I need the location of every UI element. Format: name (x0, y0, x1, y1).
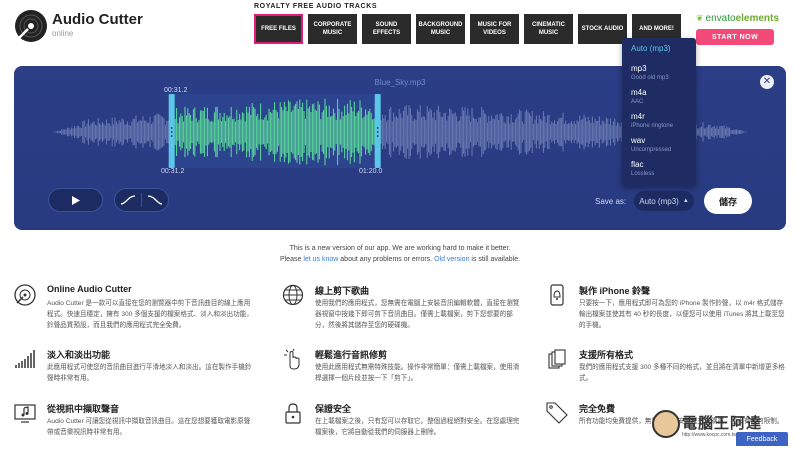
vinyl-icon (14, 284, 36, 306)
free-tag-icon (546, 402, 568, 424)
mascot-face-icon (652, 410, 680, 438)
ad-tile[interactable]: SOUND EFFECTS (362, 14, 411, 44)
caret-up-icon: ▲ (682, 198, 689, 204)
format-option-desc: Uncompressed (631, 147, 672, 153)
format-option-desc: AAC (631, 99, 644, 105)
vinyl-logo-icon[interactable] (14, 9, 48, 43)
version-notice: This is a new version of our app. We are… (0, 243, 800, 265)
selection-start-time-bottom: 00:31.2 (161, 168, 185, 175)
ad-tile[interactable]: CINEMATIC MUSIC (524, 14, 573, 44)
format-option-m4r[interactable]: m4r iPhone ringtone (622, 110, 696, 134)
ad-heading: ROYALTY FREE AUDIO TRACKS (254, 3, 378, 10)
selection-end-handle[interactable] (374, 94, 381, 168)
feedback-button[interactable]: Feedback (736, 432, 788, 446)
files-icon (548, 349, 566, 369)
feature-desc: 在上載檔案之後，只有您可以存取它。整個過程絕對安全。在您處理完檔案後，它將自動從… (315, 418, 520, 436)
feature-title: 製作 iPhone 鈴聲 (579, 286, 651, 296)
format-option-wav[interactable]: wav Uncompressed (622, 134, 696, 158)
format-dropdown: Auto (mp3) mp3 Good old mp3 m4a AAC m4r … (622, 38, 696, 186)
feature-title: 從視訊中擷取聲音 (47, 404, 120, 414)
notice-line-1: This is a new version of our app. We are… (289, 245, 511, 252)
feature-desc: 我們的應用程式支援 300 多種不同的格式，並且將在清單中新增更多格式。 (579, 364, 785, 382)
ad-tile[interactable]: STOCK AUDIO (578, 14, 627, 44)
feature-desc: Audio Cutter 是一款可以直接在您的瀏覽器中剪下音訊曲目的線上應用程式… (47, 300, 253, 329)
notice-text: is still available. (469, 256, 521, 263)
format-option-desc: iPhone ringtone (631, 123, 674, 129)
feature-desc: 此應用程式可使您的音訊曲目進行平滑地淡入和淡出。這在製作手機鈴聲時非常有用。 (47, 364, 252, 382)
selection-start-handle[interactable] (168, 94, 175, 168)
format-select[interactable]: Auto (mp3) ▲ (634, 191, 694, 211)
format-option-flac[interactable]: flac Lossless (622, 158, 696, 182)
close-file-button[interactable]: ✕ (760, 75, 774, 89)
video-music-icon (14, 404, 36, 423)
ad-tile[interactable]: CORPORATE MUSIC (308, 14, 357, 44)
watermark-url: http://www.kocpc.com.tw (682, 432, 737, 438)
format-option-mp3[interactable]: mp3 Good old mp3 (622, 62, 696, 86)
format-option-name: m4a (631, 88, 647, 97)
feature-title: 淡入和淡出功能 (47, 350, 111, 360)
feature-title: 支援所有格式 (579, 350, 634, 360)
ad-tile[interactable]: MUSIC FOR VIDEOS (470, 14, 519, 44)
format-option-name: mp3 (631, 64, 647, 73)
app-subtitle: online (52, 29, 74, 38)
notice-line-2: Please let us know about any problems or… (0, 254, 800, 265)
watermark-text: 電腦王阿達 (682, 415, 763, 432)
fade-controls (114, 188, 169, 212)
fade-bars-icon (15, 350, 35, 368)
feature-title: 保證安全 (315, 404, 352, 414)
format-option-name: flac (631, 160, 644, 169)
feature-desc: Audio Cutter 可讓您從視訊中擷取音訊曲目。這在您想要獲取電影原聲帶或… (47, 418, 251, 436)
envato-brand: envato (705, 13, 736, 24)
ad-tiles: FREE FILES CORPORATE MUSIC SOUND EFFECTS… (254, 14, 681, 44)
feature-desc: 使用我們的應用程式，您無需在電腦上安裝音訊編輯軟體，直接在瀏覽器視窗中按幾下即可… (315, 300, 520, 329)
app-title[interactable]: Audio Cutter (52, 11, 143, 28)
play-icon (71, 195, 80, 205)
phone-bell-icon (550, 284, 564, 306)
ad-banner[interactable]: ROYALTY FREE AUDIO TRACKS FREE FILES COR… (250, 0, 790, 52)
feature-title: Online Audio Cutter (47, 284, 132, 294)
fade-in-icon (120, 195, 136, 205)
format-option-name: wav (631, 136, 646, 145)
selection-start-time-top: 00:31.2 (164, 87, 188, 94)
selection-end-time: 01:20.0 (359, 168, 383, 175)
notice-text: about any problems or errors. (338, 256, 435, 263)
old-version-link[interactable]: Old version (434, 256, 469, 263)
ad-tile[interactable]: FREE FILES (254, 14, 303, 44)
format-select-value: Auto (mp3) (639, 196, 679, 206)
format-option-auto[interactable]: Auto (mp3) (622, 42, 696, 62)
let-us-know-link[interactable]: let us know (303, 256, 338, 263)
save-button[interactable]: 儲存 (704, 188, 752, 214)
start-now-button[interactable]: START NOW (696, 29, 774, 45)
format-option-desc: Good old mp3 (631, 75, 669, 81)
notice-text: Please (279, 256, 304, 263)
save-as-label: Save as: (595, 197, 627, 206)
lock-icon (285, 403, 301, 424)
feature-title: 完全免費 (579, 404, 616, 414)
feature-desc: 只要按一下，應用程式即可為您的 iPhone 製作鈴聲，以 m4r 格式儲存輸出… (579, 300, 785, 329)
fade-in-button[interactable] (115, 189, 141, 211)
play-button[interactable] (48, 188, 103, 212)
format-option-name: Auto (mp3) (631, 44, 671, 53)
envato-brand-suffix: elements (735, 13, 779, 24)
format-option-m4a[interactable]: m4a AAC (622, 86, 696, 110)
ad-tile[interactable]: BACKGROUND MUSIC (416, 14, 465, 44)
leaf-icon: ❦ (696, 13, 704, 23)
fade-out-button[interactable] (142, 189, 168, 211)
tap-hand-icon (284, 348, 300, 370)
feature-title: 線上剪下歌曲 (315, 286, 370, 296)
globe-icon (282, 284, 304, 306)
feature-title: 輕鬆進行音訊修剪 (315, 350, 388, 360)
fade-out-icon (147, 195, 163, 205)
format-option-name: m4r (631, 112, 645, 121)
feature-desc: 使用此應用程式無需特殊技能。操作非常簡單：僅需上載檔案，使用滑桿選擇一個片段並按… (315, 364, 520, 382)
format-option-desc: Lossless (631, 171, 655, 177)
envato-logo[interactable]: ❦ envatoelements (696, 13, 779, 24)
app-page: Audio Cutter online ROYALTY FREE AUDIO T… (0, 0, 800, 450)
